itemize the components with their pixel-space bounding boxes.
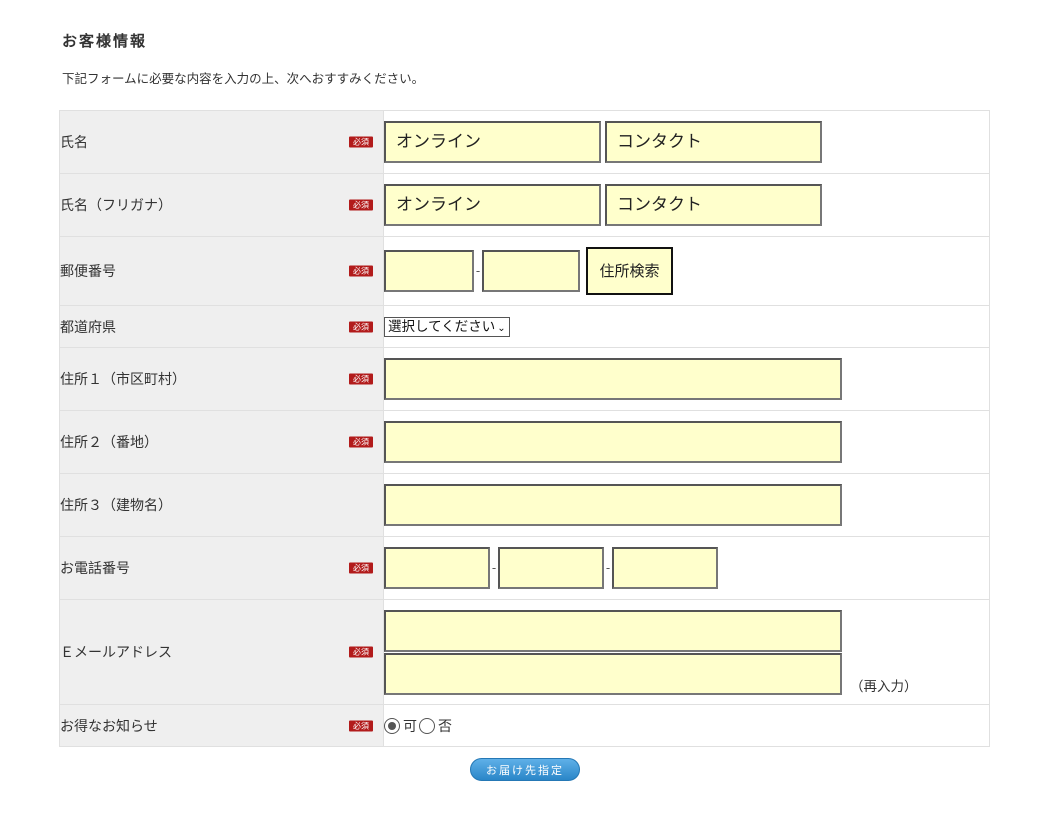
row-news: お得なお知らせ 必須 可否 bbox=[59, 704, 990, 747]
pref-label: 都道府県 bbox=[60, 319, 116, 336]
kana-field-cell: オンライン コンタクト bbox=[383, 173, 990, 237]
addr1-field-cell bbox=[383, 347, 990, 411]
news-yes-label: 可 bbox=[403, 718, 417, 735]
tel-label-cell: お電話番号 必須 bbox=[59, 536, 384, 600]
first-name-kana-input[interactable]: コンタクト bbox=[605, 184, 822, 226]
required-badge: 必須 bbox=[349, 562, 373, 574]
kana-label: 氏名（フリガナ） bbox=[60, 198, 172, 214]
news-label: お得なお知らせ bbox=[60, 718, 158, 735]
news-no-radio[interactable] bbox=[419, 717, 435, 734]
pref-label-cell: 都道府県 必須 bbox=[59, 305, 384, 348]
row-kana: 氏名（フリガナ） 必須 オンライン コンタクト bbox=[59, 173, 990, 237]
row-name: 氏名 必須 オンライン コンタクト bbox=[59, 110, 990, 174]
section-title: お客様情報 bbox=[62, 32, 148, 50]
kana-label-cell: 氏名（フリガナ） 必須 bbox=[59, 173, 384, 237]
email-confirm-input[interactable] bbox=[384, 652, 842, 695]
addr3-field-cell bbox=[383, 473, 990, 537]
zip-separator: - bbox=[475, 264, 481, 278]
name-field-cell: オンライン コンタクト bbox=[383, 110, 990, 174]
news-field-cell: 可否 bbox=[383, 704, 990, 747]
addr1-label-cell: 住所１（市区町村） 必須 bbox=[59, 347, 384, 411]
tel-part3-input[interactable] bbox=[612, 547, 718, 589]
addr2-field-cell bbox=[383, 410, 990, 474]
address2-input[interactable] bbox=[384, 421, 842, 463]
reentry-note: （再入力） bbox=[850, 678, 918, 695]
email-input[interactable] bbox=[384, 609, 842, 652]
name-label-cell: 氏名 必須 bbox=[59, 110, 384, 174]
zip-field-cell: - 住所検索 bbox=[383, 236, 990, 306]
address3-input[interactable] bbox=[384, 484, 842, 526]
tel-separator: - bbox=[491, 561, 497, 575]
zip-part1-input[interactable] bbox=[384, 250, 474, 292]
tel-part1-input[interactable] bbox=[384, 547, 490, 589]
email-label-cell: Ｅメールアドレス 必須 bbox=[59, 599, 384, 705]
prefecture-select[interactable]: 選択してください ⌄ bbox=[384, 316, 510, 337]
delivery-address-button[interactable]: お届け先指定 bbox=[470, 758, 580, 781]
row-addr1: 住所１（市区町村） 必須 bbox=[59, 347, 990, 411]
email-field-cell: （再入力） bbox=[383, 599, 990, 705]
news-no-label: 否 bbox=[438, 718, 452, 735]
addr1-label: 住所１（市区町村） bbox=[60, 372, 186, 388]
chevron-down-icon: ⌄ bbox=[497, 322, 506, 334]
addr2-label-cell: 住所２（番地） 必須 bbox=[59, 410, 384, 474]
row-email: Ｅメールアドレス 必須 （再入力） bbox=[59, 599, 990, 705]
address1-input[interactable] bbox=[384, 358, 842, 400]
last-name-input[interactable]: オンライン bbox=[384, 121, 601, 163]
required-badge: 必須 bbox=[349, 265, 373, 277]
news-yes-radio[interactable] bbox=[384, 717, 400, 734]
row-pref: 都道府県 必須 選択してください ⌄ bbox=[59, 305, 990, 348]
addr2-label: 住所２（番地） bbox=[60, 435, 158, 451]
required-badge: 必須 bbox=[349, 199, 373, 211]
tel-separator: - bbox=[605, 561, 611, 575]
tel-field-cell: -- bbox=[383, 536, 990, 600]
address-search-button[interactable]: 住所検索 bbox=[586, 247, 673, 295]
zip-label-cell: 郵便番号 必須 bbox=[59, 236, 384, 306]
customer-info-page: お客様情報 下記フォームに必要な内容を入力の上、次へおすすみください。 氏名 必… bbox=[0, 0, 1047, 820]
last-name-kana-input[interactable]: オンライン bbox=[384, 184, 601, 226]
zip-label: 郵便番号 bbox=[60, 264, 116, 280]
required-badge: 必須 bbox=[349, 720, 373, 731]
addr3-label: 住所３（建物名） bbox=[60, 498, 172, 514]
row-addr2: 住所２（番地） 必須 bbox=[59, 410, 990, 474]
tel-label: お電話番号 bbox=[60, 561, 130, 577]
required-badge: 必須 bbox=[349, 321, 373, 332]
required-badge: 必須 bbox=[349, 136, 373, 148]
row-tel: お電話番号 必須 -- bbox=[59, 536, 990, 600]
addr3-label-cell: 住所３（建物名） bbox=[59, 473, 384, 537]
first-name-input[interactable]: コンタクト bbox=[605, 121, 822, 163]
intro-text: 下記フォームに必要な内容を入力の上、次へおすすみください。 bbox=[62, 71, 425, 86]
required-badge: 必須 bbox=[349, 436, 373, 448]
required-badge: 必須 bbox=[349, 646, 373, 658]
tel-part2-input[interactable] bbox=[498, 547, 604, 589]
prefecture-selected: 選択してください bbox=[388, 318, 496, 335]
row-addr3: 住所３（建物名） bbox=[59, 473, 990, 537]
pref-field-cell: 選択してください ⌄ bbox=[383, 305, 990, 348]
news-label-cell: お得なお知らせ 必須 bbox=[59, 704, 384, 747]
zip-part2-input[interactable] bbox=[482, 250, 580, 292]
email-label: Ｅメールアドレス bbox=[60, 645, 172, 661]
customer-form: 氏名 必須 オンライン コンタクト 氏名（フリガナ） 必須 オンライン コンタクト … bbox=[59, 110, 990, 747]
required-badge: 必須 bbox=[349, 373, 373, 385]
name-label: 氏名 bbox=[60, 135, 88, 151]
row-zip: 郵便番号 必須 - 住所検索 bbox=[59, 236, 990, 306]
